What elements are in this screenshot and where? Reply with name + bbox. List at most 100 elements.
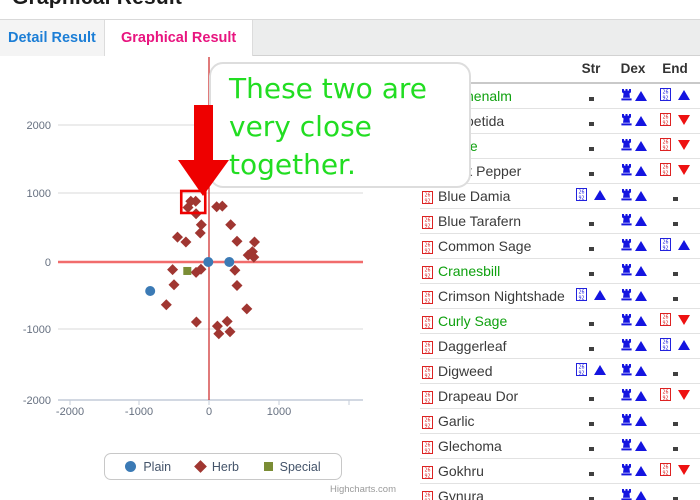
up-triangle-icon [634,416,647,426]
data-point-herb[interactable] [241,303,253,315]
column-header-end[interactable]: End [654,57,696,84]
up-triangle-icon [678,239,690,250]
cell-name[interactable]: 26 92 Glechoma [420,433,570,459]
data-point-herb[interactable] [224,326,236,338]
dex-indicator [620,88,647,104]
legend-item-plain[interactable]: Plain [125,460,171,474]
table-row[interactable]: 26 92 Gokhru 26 92 [420,458,700,484]
down-triangle-icon [678,114,690,125]
cell-name[interactable]: 26 92 Digweed [420,358,570,384]
number-badge-icon: 2692 [422,190,433,204]
column-header-s[interactable]: S [696,57,700,84]
data-point-herb[interactable] [249,236,260,248]
cell-str [570,108,612,134]
legend-item-special[interactable]: Special [263,460,321,474]
table-row[interactable]: 26 92 Crimson Nightshade 26 92 [420,283,700,309]
up-triangle-icon [634,166,647,176]
data-point-herb[interactable] [167,264,179,276]
table-row[interactable]: 26 92 Daggerleaf 26 92 [420,333,700,359]
no-change-indicator [588,146,594,151]
data-point-herb[interactable] [225,219,237,231]
data-point-herb[interactable] [231,279,243,291]
table-row[interactable]: 2692 Gynura [420,483,700,500]
table-row[interactable]: 26 92 Curly Sage 26 92 [420,308,700,334]
rook-icon [620,338,633,354]
data-point-plain[interactable] [224,257,235,267]
item-name: Blue Damia [438,188,511,204]
cell-name[interactable]: 26 92 Common Sage [420,233,570,259]
number-badge-icon: 2692 [422,490,433,500]
dex-indicator [620,213,647,229]
table-row[interactable]: 26 92 Blue Tarafern [420,208,700,234]
annotation-callout: These two are very close together. [209,62,471,188]
data-point-herb[interactable] [190,316,202,328]
cell-name[interactable]: 26 92 Blue Tarafern [420,208,570,234]
increase-indicator: 26 92 [660,238,690,251]
data-point-herb[interactable] [231,235,243,247]
number-badge-icon: 2692 [660,238,671,251]
data-point-plain[interactable] [203,257,214,267]
table-row[interactable]: 26 92 Common Sage 26 92 [420,233,700,259]
cell-name[interactable]: 26 92 Drapeau Dor [420,383,570,409]
legend-symbol-circle-icon [125,461,137,472]
highcharts-credits-link[interactable]: Highcharts.com [330,484,396,495]
data-point-herb[interactable] [213,328,225,340]
cell-end [654,408,696,434]
cell-dex [612,308,654,334]
cell-name[interactable]: 26 92 Garlic [420,408,570,434]
rook-icon [620,138,633,154]
cell-dex [612,333,654,359]
svg-text:92: 92 [662,395,668,401]
no-change-indicator [588,246,594,251]
cell-end: 26 92 [654,83,696,109]
cell-s [696,408,700,434]
table-row[interactable]: 26 92 Cranesbill [420,258,700,284]
up-triangle-icon [634,391,647,401]
cell-name[interactable]: 26 92 Crimson Nightshade [420,283,570,309]
cell-name[interactable]: 26 92 Gokhru [420,458,570,484]
table-row[interactable]: 26 92 Garlic [420,408,700,434]
data-point-special[interactable] [183,266,192,275]
no-change-indicator [588,471,594,476]
data-point-herb[interactable] [172,231,183,243]
up-triangle-icon [594,189,606,200]
data-point-herb[interactable] [168,279,180,291]
tab-graphical-result[interactable]: Graphical Result [104,20,254,56]
increase-indicator: 26 92 [576,288,606,301]
svg-text:2000: 2000 [27,120,51,132]
chart-legend: Plain Herb Special [104,453,342,480]
cell-name[interactable]: 26 92 Cranesbill [420,258,570,284]
number-badge-icon: 2692 [576,363,587,376]
data-point-herb[interactable] [194,227,206,239]
cell-end [654,358,696,384]
legend-item-herb[interactable]: Herb [193,460,239,474]
cell-name[interactable]: 26 92 Curly Sage [420,308,570,334]
tab-detail-result[interactable]: Detail Result [0,20,113,56]
cell-name[interactable]: 2692 Gynura [420,483,570,500]
data-point-herb[interactable] [221,315,233,327]
data-point-herb[interactable] [160,299,172,311]
data-point-plain[interactable] [145,285,156,296]
table-row[interactable]: 26 92 Glechoma [420,433,700,459]
number-badge-icon: 2692 [660,338,671,351]
cell-name[interactable]: 26 92 Daggerleaf [420,333,570,359]
svg-text:1000: 1000 [267,406,291,418]
cell-str [570,408,612,434]
number-badge-icon: 2692 [660,163,671,176]
table-row[interactable]: 26 92 Blue Damia 26 92 [420,183,700,209]
up-triangle-icon [634,466,647,476]
down-triangle-icon [678,389,690,400]
cell-s [696,433,700,459]
up-triangle-icon [634,341,647,351]
table-row[interactable]: 26 92 Drapeau Dor 26 92 [420,383,700,409]
column-header-str[interactable]: Str [570,57,612,84]
dex-indicator [620,138,647,154]
cell-dex [612,408,654,434]
no-change-indicator [588,396,594,401]
column-header-dex[interactable]: Dex [612,57,654,84]
data-point-herb[interactable] [180,236,192,248]
legend-symbol-square-icon [263,462,273,471]
cell-end [654,183,696,209]
increase-indicator: 26 92 [660,338,690,351]
table-row[interactable]: 26 92 Digweed 26 92 [420,358,700,384]
